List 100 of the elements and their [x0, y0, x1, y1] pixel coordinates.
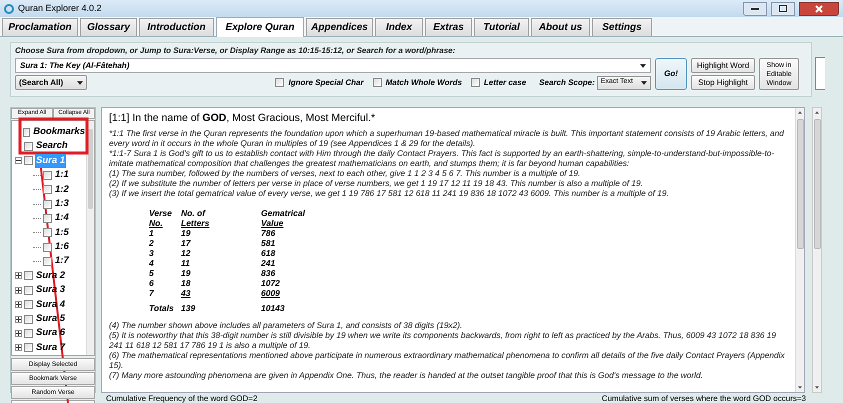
footnote-text: (6) The mathematical representations mentioned above participate in numerous extraordinary mathematical phenomena to confirm all details of the five daily Contact Prayers (Appendix 15). — [109, 350, 786, 370]
caret-icon — [640, 80, 647, 84]
expander-icon[interactable] — [15, 157, 22, 164]
search-in-dropdown[interactable]: (Search All) — [15, 75, 87, 90]
table-cell: 6 — [149, 278, 154, 288]
scrollbar-thumb[interactable] — [796, 119, 804, 249]
table-cell: 43 — [181, 288, 190, 298]
scrollbar-thumb[interactable] — [814, 119, 820, 249]
column-header: No. of — [181, 208, 207, 218]
tab[interactable]: Explore Quran — [216, 17, 304, 37]
checkbox[interactable] — [43, 228, 52, 238]
tree-item[interactable]: Bookmarks — [32, 125, 86, 140]
minus-icon — [16, 158, 21, 164]
scroll-up-icon — [815, 111, 819, 114]
highlight-button[interactable]: Highlight Word — [691, 58, 755, 73]
footnote-text: *1:1 The first verse in the Quran represents the foundation upon which a superhuman 19-based mathematical miracle is built. This important statement consists of 19 Arabic letters, and every word in it occurs in the whole Quran in multiples of 19 (see Appendices 1 & 29 for the details). — [109, 128, 785, 148]
tab[interactable]: Extras — [425, 18, 472, 36]
checkbox[interactable] — [470, 78, 480, 87]
checkbox[interactable] — [275, 78, 284, 87]
app-icon — [4, 4, 14, 14]
highlight-button[interactable]: Stop Highlight — [691, 75, 755, 90]
checkbox[interactable] — [24, 328, 33, 338]
checkbox[interactable] — [43, 214, 52, 223]
checkbox[interactable] — [43, 200, 52, 209]
tree-item[interactable]: 1:6 — [54, 240, 70, 254]
tree-item[interactable]: 1:1 — [54, 168, 70, 182]
table-cell: 5 — [149, 268, 154, 278]
maximize-button[interactable] — [771, 2, 795, 16]
status-text: Cumulative sum of verses where the word GOD occurs=3 — [602, 394, 806, 403]
checkbox[interactable] — [43, 242, 52, 252]
footnote-text: (2) If we substitute the number of letters per verse in place of verse numbers, we get 1 19 17 12 11 19 18 43. This number is also a multiple of 19. — [109, 178, 644, 188]
annotation-rectangle — [18, 118, 88, 154]
tab[interactable]: Proclamation — [2, 18, 78, 36]
plus-icon — [16, 345, 21, 350]
table-cell: 11 — [181, 258, 190, 268]
expander-icon[interactable] — [15, 316, 22, 323]
instruction-text: Choose Sura from dropdown, or Jump to Sura:Verse, or Display Range as 10:15-15:12, or Search for a word/phrase: — [15, 45, 456, 56]
checkbox-label: Letter case — [484, 76, 526, 88]
checkbox[interactable] — [24, 343, 33, 352]
expander-icon[interactable] — [15, 301, 22, 308]
tab[interactable]: Tutorial — [474, 18, 529, 36]
maximize-icon — [779, 5, 787, 12]
go-button[interactable]: Go! — [655, 58, 687, 90]
expander-icon[interactable] — [15, 330, 22, 337]
tree-item[interactable]: Sura 5 — [35, 312, 66, 326]
table-cell: 12 — [181, 248, 190, 258]
table-cell: 19 — [181, 268, 190, 278]
close-button[interactable] — [799, 2, 839, 16]
table-cell: 19 — [181, 228, 190, 238]
scrollbar-thumb[interactable] — [88, 129, 93, 209]
expander-icon[interactable] — [15, 286, 22, 294]
checkbox[interactable] — [372, 78, 382, 87]
tab[interactable]: Glossary — [80, 18, 137, 36]
table-cell: 17 — [181, 238, 190, 248]
sura-dropdown[interactable]: Sura 1: The Key (Al-Fâtehah) — [15, 58, 651, 73]
footnote-text: (4) The number shown above includes all parameters of Sura 1, and consists of 38 digits (19x2). — [109, 320, 464, 330]
table-cell: 18 — [181, 278, 190, 288]
tree-item[interactable]: 1:5 — [54, 226, 70, 240]
minimize-button[interactable] — [743, 2, 767, 16]
tab[interactable]: Settings — [592, 18, 652, 36]
tab[interactable]: Introduction — [139, 18, 214, 36]
caret-icon — [640, 64, 646, 68]
table-cell: 3 — [149, 248, 154, 258]
checkbox[interactable] — [24, 142, 33, 152]
checkbox[interactable] — [22, 128, 30, 137]
tree-item[interactable]: 1:3 — [54, 196, 70, 212]
tree-item[interactable]: 1:7 — [54, 254, 70, 269]
column-header: Value — [261, 218, 284, 228]
checkbox[interactable] — [24, 271, 33, 280]
minimize-icon — [751, 8, 759, 10]
table-cell: 836 — [261, 268, 276, 278]
table-cell: 6009 — [261, 288, 280, 298]
caret-icon — [76, 80, 83, 84]
tab[interactable]: Index — [375, 18, 423, 36]
tree-item[interactable]: Search — [35, 139, 69, 154]
column-header: Gematrical — [261, 208, 306, 218]
tree-item[interactable]: 1:4 — [54, 211, 70, 226]
tab[interactable]: About us — [531, 18, 590, 36]
table-cell: 1 — [149, 228, 154, 238]
footnote-text: *1:1-7 Sura 1 is God's gift to us to establish contact with Him through the daily Contact Prayers. This fact is supported by an earth-shattering, simple-to-understand-but-impossible-to-imitate mathematical composition that challenges the greatest mathematicians on earth, and stumps them; it is far beyond human capabilities: — [109, 148, 776, 168]
checkbox[interactable] — [24, 314, 33, 324]
scroll-up-icon — [798, 111, 802, 114]
scope-label: Search Scope: — [539, 76, 595, 88]
checkbox[interactable] — [43, 257, 52, 266]
checkbox[interactable] — [43, 185, 52, 194]
checkbox[interactable] — [24, 156, 33, 166]
checkbox[interactable] — [43, 170, 52, 180]
checkbox[interactable] — [24, 300, 33, 310]
checkbox-label: Match Whole Words — [386, 76, 462, 88]
plus-icon — [16, 273, 21, 278]
footnote-text: (7) Many more astounding phenomena are given in Appendix One. Thus, the reader is handed at the outset tangible proof that this is God's message to the world. — [109, 370, 704, 380]
expander-icon[interactable] — [15, 272, 22, 280]
checkbox-label: Ignore Special Char — [288, 76, 364, 88]
checkbox[interactable] — [24, 286, 33, 295]
tab[interactable]: Appendices — [306, 18, 373, 36]
table-cell: 2 — [149, 238, 154, 248]
plus-icon — [16, 288, 21, 293]
tree-item[interactable]: 1:2 — [54, 182, 70, 197]
column-header: No. — [149, 218, 163, 228]
expander-icon[interactable] — [15, 344, 22, 352]
